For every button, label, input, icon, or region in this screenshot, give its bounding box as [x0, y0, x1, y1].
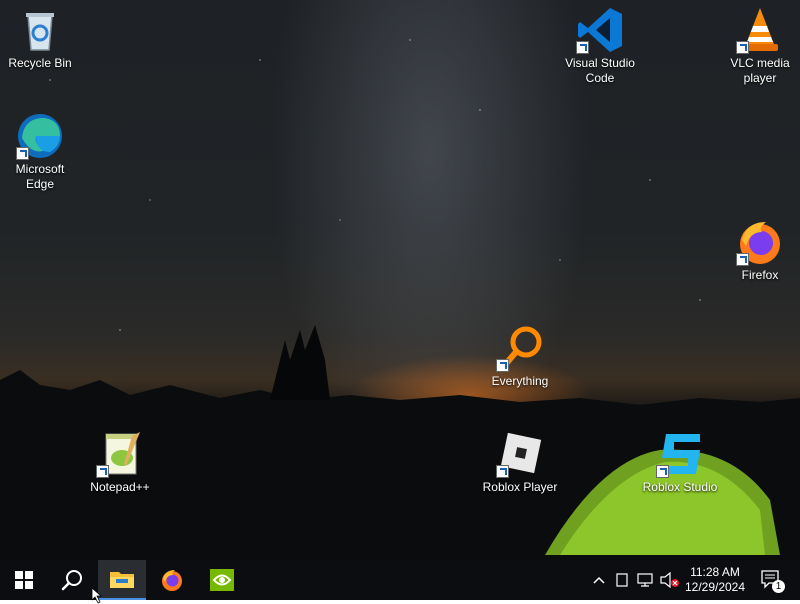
shortcut-arrow-icon [496, 359, 509, 372]
shortcut-arrow-icon [736, 253, 749, 266]
desktop-icon-recycle-bin[interactable]: Recycle Bin [2, 6, 78, 71]
desktop-icon-label: VLC media player [730, 56, 790, 85]
desktop: Recycle Bin Microsoft Edge Visual Studio… [0, 0, 800, 560]
start-button[interactable] [0, 560, 48, 600]
shortcut-arrow-icon [16, 147, 29, 160]
tray-tablet-button[interactable] [612, 560, 632, 600]
desktop-icon-label: Microsoft Edge [15, 162, 65, 191]
search-icon [61, 570, 82, 591]
shortcut-arrow-icon [736, 41, 749, 54]
clock-time: 11:28 AM [690, 565, 740, 579]
shortcut-arrow-icon [496, 465, 509, 478]
shortcut-arrow-icon [656, 465, 669, 478]
desktop-icon-vlc[interactable]: VLC media player [722, 6, 798, 86]
desktop-icon-everything[interactable]: Everything [482, 324, 558, 389]
taskbar-nvidia[interactable] [198, 560, 246, 600]
desktop-icon-label: Everything [491, 374, 549, 388]
desktop-icon-label: Roblox Player [482, 480, 558, 494]
notification-badge: 1 [772, 580, 785, 593]
mouse-cursor-icon [92, 588, 103, 604]
tray-volume-button[interactable] [658, 560, 682, 600]
desktop-icon-firefox[interactable]: Firefox [722, 218, 798, 283]
taskbar-file-explorer[interactable] [98, 560, 146, 600]
recycle-bin-icon [16, 6, 64, 54]
chevron-up-icon [593, 576, 605, 584]
tablet-icon [616, 573, 628, 587]
roblox-player-icon [496, 430, 544, 478]
desktop-icon-label: Roblox Studio [642, 480, 718, 494]
tray-clock[interactable]: 11:28 AM 12/29/2024 [684, 560, 746, 600]
file-explorer-icon [110, 572, 134, 588]
taskbar: 11:28 AM 12/29/2024 1 [0, 560, 800, 604]
volume-muted-icon [660, 572, 679, 588]
desktop-icon-label: Firefox [741, 268, 779, 282]
shortcut-arrow-icon [576, 41, 589, 54]
nvidia-icon [210, 569, 234, 591]
desktop-icon-notepad-plus-plus[interactable]: Notepad++ [82, 430, 158, 495]
desktop-icon-roblox-studio[interactable]: Roblox Studio [642, 430, 718, 495]
desktop-icon-label: Recycle Bin [8, 56, 72, 70]
desktop-icon-roblox-player[interactable]: Roblox Player [482, 430, 558, 495]
action-center-button[interactable]: 1 [752, 560, 792, 600]
taskbar-firefox[interactable] [148, 560, 196, 600]
tray-network-button[interactable] [634, 560, 656, 600]
notepad-plus-plus-icon [96, 430, 144, 478]
desktop-icon-label: Notepad++ [90, 480, 150, 494]
desktop-icon-label: Visual Studio Code [565, 56, 635, 85]
tray-overflow-button[interactable] [590, 560, 608, 600]
shortcut-arrow-icon [96, 465, 109, 478]
firefox-icon [162, 570, 182, 591]
start-icon [15, 571, 33, 589]
desktop-icon-microsoft-edge[interactable]: Microsoft Edge [2, 112, 78, 192]
vscode-icon [576, 6, 624, 54]
everything-icon [496, 324, 544, 372]
edge-icon [16, 112, 64, 160]
desktop-icon-vscode[interactable]: Visual Studio Code [562, 6, 638, 86]
clock-date: 12/29/2024 [684, 580, 746, 594]
firefox-icon [736, 218, 784, 266]
vlc-icon [736, 6, 784, 54]
network-icon [637, 573, 653, 587]
roblox-studio-icon [656, 430, 704, 478]
search-button[interactable] [48, 560, 96, 600]
